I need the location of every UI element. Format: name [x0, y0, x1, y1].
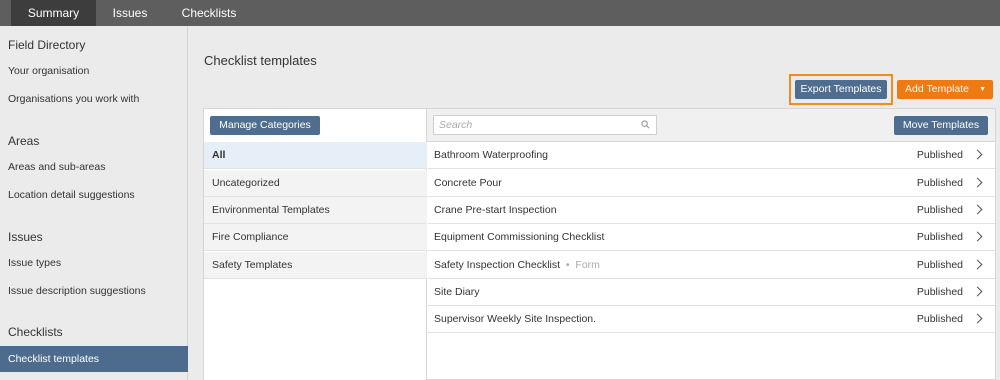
- manage-categories-button[interactable]: Manage Categories: [210, 116, 320, 135]
- template-name-with-type: Safety Inspection Checklist • Form: [434, 252, 600, 279]
- category-all[interactable]: All: [204, 142, 427, 169]
- template-row[interactable]: Concrete Pour Published: [428, 170, 995, 197]
- template-row[interactable]: Crane Pre-start Inspection Published: [428, 197, 995, 224]
- template-type-separator: •: [560, 259, 576, 271]
- template-name: Safety Inspection Checklist: [434, 259, 561, 271]
- sidebar-item-organisations-you-work-with[interactable]: Organisations you work with: [0, 86, 188, 112]
- tab-issues[interactable]: Issues: [96, 0, 164, 26]
- category-uncategorized[interactable]: Uncategorized: [204, 170, 427, 197]
- sidebar-item-issue-types[interactable]: Issue types: [0, 250, 188, 276]
- sidebar-heading-issues: Issues: [8, 230, 43, 244]
- template-status: Published: [916, 177, 963, 189]
- sidebar-heading-checklists: Checklists: [8, 325, 63, 339]
- template-name: Bathroom Waterproofing: [434, 149, 548, 161]
- template-name: Crane Pre-start Inspection: [434, 204, 557, 216]
- chevron-right-icon: [972, 313, 983, 324]
- chevron-right-icon: [972, 149, 983, 160]
- template-row[interactable]: Bathroom Waterproofing Published: [428, 142, 995, 169]
- search-icon: [641, 120, 650, 129]
- template-status: Published: [916, 231, 963, 243]
- sidebar-item-location-detail-suggestions[interactable]: Location detail suggestions: [0, 182, 188, 208]
- sidebar-heading-field-directory: Field Directory: [8, 38, 86, 52]
- page-title: Checklist templates: [204, 53, 317, 68]
- template-status: Published: [916, 313, 963, 325]
- chevron-right-icon: [972, 204, 983, 215]
- template-status: Published: [916, 259, 963, 271]
- category-environmental-templates[interactable]: Environmental Templates: [204, 197, 427, 224]
- template-row[interactable]: Site Diary Published: [428, 279, 995, 306]
- top-tab-bar: Summary Issues Checklists: [0, 0, 1000, 26]
- template-row[interactable]: Supervisor Weekly Site Inspection. Publi…: [428, 306, 995, 333]
- sidebar-item-checklist-templates[interactable]: Checklist templates: [0, 346, 188, 372]
- template-row[interactable]: Equipment Commissioning Checklist Publis…: [428, 224, 995, 251]
- template-row[interactable]: Safety Inspection Checklist • Form Publi…: [428, 252, 995, 279]
- sidebar-heading-areas: Areas: [8, 134, 40, 148]
- add-template-label: Add Template: [905, 83, 970, 95]
- sidebar-item-issue-description-suggestions[interactable]: Issue description suggestions: [0, 278, 188, 304]
- export-templates-button[interactable]: Export Templates: [795, 80, 887, 99]
- chevron-right-icon: [972, 177, 983, 188]
- search-input[interactable]: Search: [433, 115, 657, 135]
- template-name: Equipment Commissioning Checklist: [434, 231, 605, 243]
- sidebar-item-your-organisation[interactable]: Your organisation: [0, 58, 188, 84]
- template-type: Form: [575, 259, 600, 271]
- chevron-right-icon: [972, 259, 983, 270]
- template-name: Supervisor Weekly Site Inspection.: [434, 313, 597, 325]
- chevron-right-icon: [972, 286, 983, 297]
- template-status: Published: [916, 149, 963, 161]
- add-template-button[interactable]: Add Template ▼: [897, 80, 993, 99]
- search-placeholder: Search: [439, 119, 473, 131]
- category-safety-templates[interactable]: Safety Templates: [204, 252, 427, 279]
- caret-down-icon: ▼: [979, 86, 986, 93]
- tab-summary[interactable]: Summary: [11, 0, 96, 26]
- template-name: Concrete Pour: [434, 177, 502, 189]
- sidebar-item-areas-and-sub-areas[interactable]: Areas and sub-areas: [0, 154, 188, 180]
- template-status: Published: [916, 286, 963, 298]
- template-status: Published: [916, 204, 963, 216]
- category-fire-compliance[interactable]: Fire Compliance: [204, 224, 427, 251]
- template-name: Site Diary: [434, 286, 480, 298]
- move-templates-button[interactable]: Move Templates: [894, 116, 988, 135]
- tab-checklists[interactable]: Checklists: [164, 0, 254, 26]
- chevron-right-icon: [972, 231, 983, 242]
